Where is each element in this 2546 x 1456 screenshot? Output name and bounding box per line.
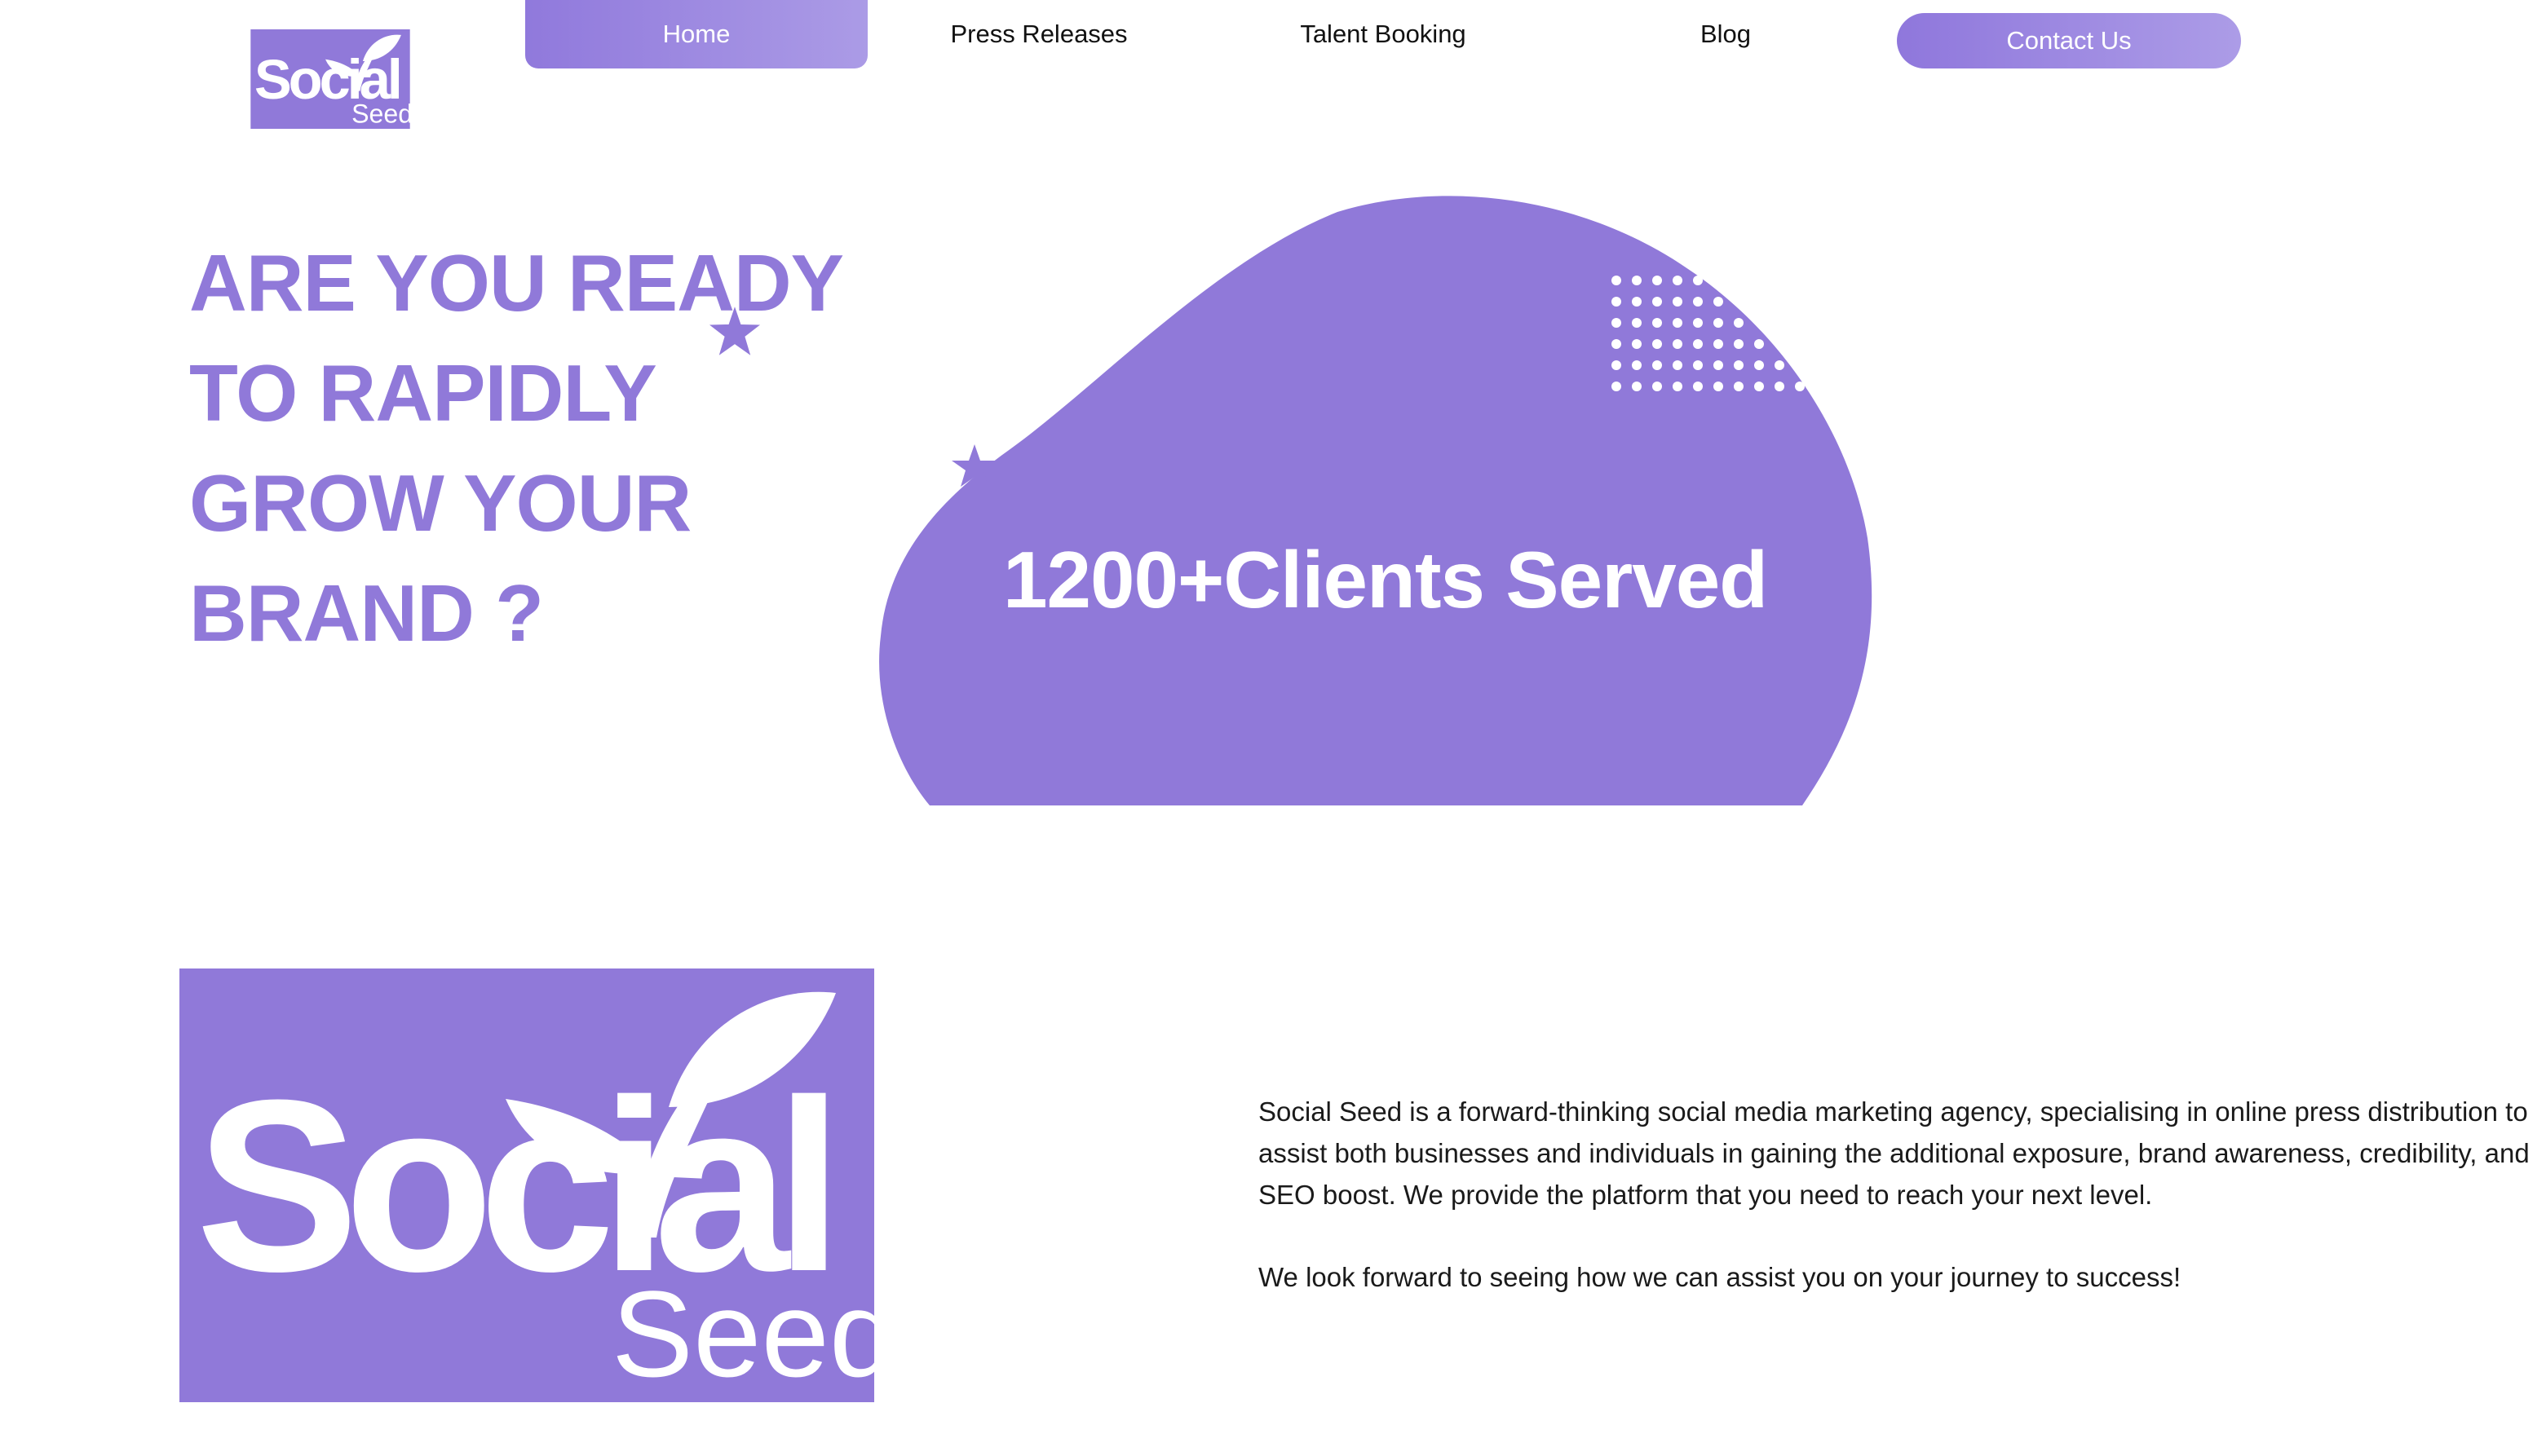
about-paragraph-1: Social Seed is a forward-thinking social… [1258,1096,2530,1210]
svg-text:Seed: Seed [351,99,413,129]
social-seed-logo-small[interactable]: Social Seed [248,29,413,129]
svg-text:Seed: Seed [612,1265,874,1402]
social-seed-logo-large: Social Seed [179,968,874,1402]
hero-heading-line-3: GROW YOUR [189,458,692,548]
star-icon [709,307,760,355]
about-section: Social Seed is a forward-thinking social… [1258,1091,2543,1298]
about-paragraph-2: We look forward to seeing how we can ass… [1258,1262,2181,1292]
clients-served-stat: 1200+Clients Served [1003,535,1768,624]
nav-home[interactable]: Home [525,0,868,68]
nav-blog[interactable]: Blog [1554,0,1897,68]
nav-press-releases[interactable]: Press Releases [868,0,1210,68]
nav-talent-booking[interactable]: Talent Booking [1212,0,1554,68]
hero-blob [879,196,1872,806]
hero-heading-line-4: BRAND ? [189,568,544,658]
hero-heading: ARE YOU READY TO RAPIDLY GROW YOUR BRAND… [189,228,844,668]
contact-us-button[interactable]: Contact Us [1897,13,2241,68]
